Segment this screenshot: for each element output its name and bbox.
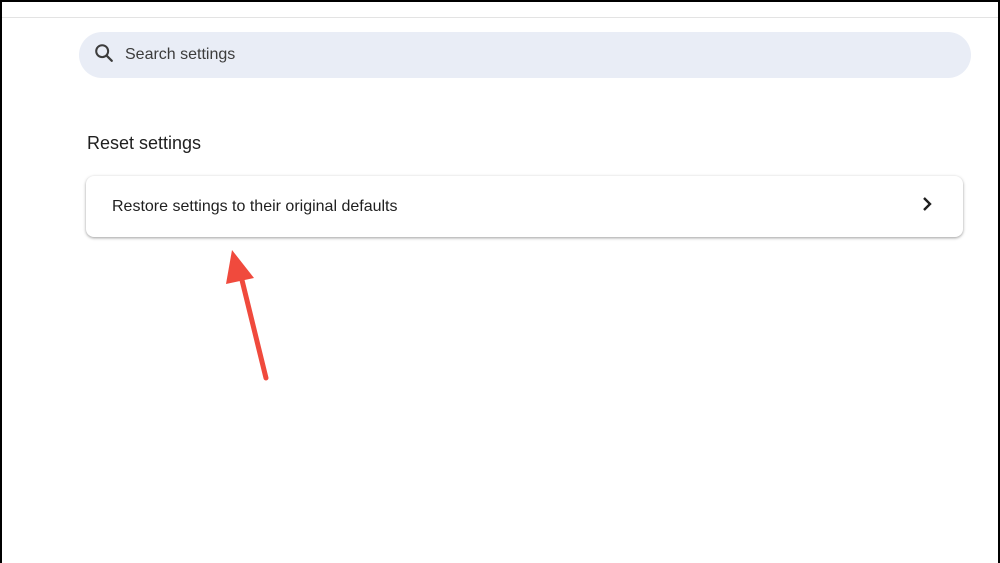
annotation-arrow: [226, 250, 269, 381]
